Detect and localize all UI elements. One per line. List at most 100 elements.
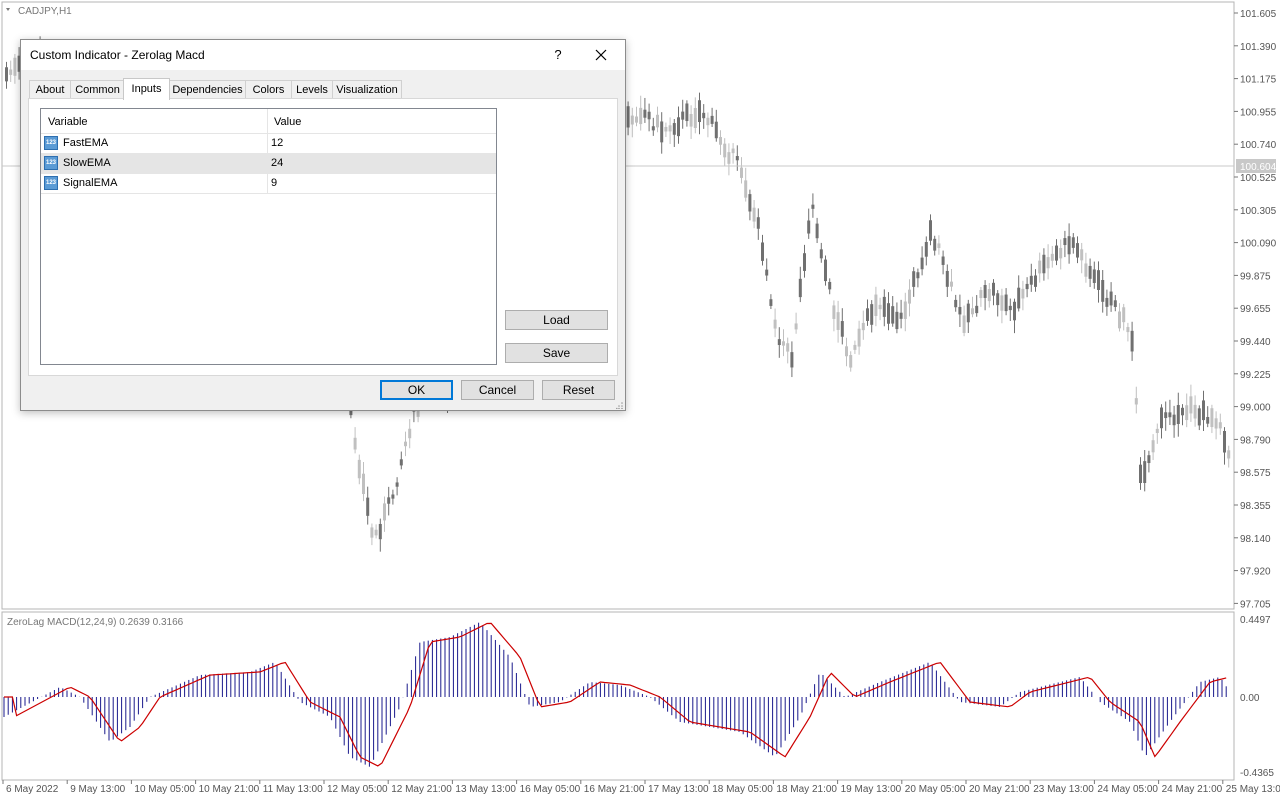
candle-body <box>987 289 991 302</box>
indicator-tick-label: -0.4365 <box>1240 768 1274 779</box>
candle-body <box>744 180 748 198</box>
candle-body <box>698 100 701 123</box>
input-value[interactable]: 12 <box>271 137 283 149</box>
candle-body <box>362 473 365 495</box>
candle-body <box>773 319 777 329</box>
candle-body <box>807 220 811 234</box>
custom-indicator-dialog: Custom Indicator - Zerolag Macd ? About … <box>20 39 626 411</box>
column-value[interactable]: Value <box>274 116 301 128</box>
save-button[interactable]: Save <box>505 343 608 363</box>
candle-body <box>882 296 886 317</box>
candle-body <box>639 107 643 125</box>
dialog-titlebar[interactable]: Custom Indicator - Zerolag Macd ? <box>21 40 625 70</box>
candle-body <box>668 125 672 132</box>
candle-body <box>1101 279 1105 302</box>
candle-body <box>719 136 722 145</box>
inputs-list[interactable]: Variable Value 123 FastEMA 12 123 SlowEM… <box>40 108 497 365</box>
tab-colors[interactable]: Colors <box>245 80 292 99</box>
tab-inputs[interactable]: Inputs <box>123 78 170 100</box>
resize-grip-icon[interactable] <box>616 401 624 409</box>
candle-body <box>1059 247 1063 259</box>
candle-body <box>1181 407 1184 416</box>
candle-body <box>1206 417 1210 424</box>
candle-body <box>1122 307 1126 323</box>
load-button[interactable]: Load <box>505 310 608 330</box>
cancel-button[interactable]: Cancel <box>461 380 534 400</box>
candle-body <box>740 167 743 178</box>
candle-body <box>975 305 979 314</box>
candle-body <box>861 322 865 331</box>
tab-about[interactable]: About <box>29 80 71 99</box>
candle-body <box>1017 287 1021 309</box>
candle-body <box>13 57 17 76</box>
candle-body <box>777 339 781 346</box>
time-tick-label: 6 May 2022 <box>6 784 59 795</box>
candle-body <box>798 278 802 298</box>
candle-body <box>765 269 769 276</box>
candle-body <box>1227 450 1231 459</box>
current-price-value: 100.604 <box>1240 162 1277 173</box>
candle-body <box>979 290 983 299</box>
input-value[interactable]: 24 <box>271 157 283 169</box>
time-tick-label: 18 May 21:00 <box>776 784 837 795</box>
candle-body <box>929 220 932 241</box>
time-tick-label: 16 May 05:00 <box>520 784 581 795</box>
candle-body <box>853 344 857 350</box>
candle-body <box>664 126 668 132</box>
candle-body <box>992 282 995 296</box>
input-row-fastema[interactable]: 123 FastEMA 12 <box>41 134 496 154</box>
candle-body <box>1126 327 1130 333</box>
column-variable[interactable]: Variable <box>48 116 88 128</box>
input-row-signalema[interactable]: 123 SignalEMA 9 <box>41 174 496 194</box>
candle-body <box>404 441 407 447</box>
candle-body <box>1042 254 1046 274</box>
candle-body <box>1176 405 1180 424</box>
inputs-panel: Variable Value 123 FastEMA 12 123 SlowEM… <box>28 98 618 376</box>
tab-levels[interactable]: Levels <box>291 80 333 99</box>
ok-button[interactable]: OK <box>380 380 453 400</box>
help-button[interactable]: ? <box>545 42 571 68</box>
tab-dependencies[interactable]: Dependencies <box>169 80 246 99</box>
reset-button[interactable]: Reset <box>542 380 615 400</box>
candle-body <box>950 281 953 287</box>
time-tick-label: 12 May 21:00 <box>391 784 452 795</box>
candle-body <box>887 303 890 324</box>
candle-body <box>387 497 391 504</box>
candle-body <box>1063 238 1067 246</box>
candle-body <box>803 253 806 271</box>
time-tick-label: 23 May 13:00 <box>1033 784 1094 795</box>
input-value[interactable]: 9 <box>271 177 277 189</box>
tab-common[interactable]: Common <box>70 80 125 99</box>
candle-body <box>677 117 680 137</box>
candle-body <box>899 312 903 319</box>
candle-body <box>945 270 949 287</box>
candle-body <box>794 323 798 330</box>
candle-body <box>1105 297 1109 307</box>
candle-body <box>731 148 735 154</box>
candle-body <box>1118 311 1121 329</box>
close-button[interactable] <box>586 42 616 68</box>
candle-body <box>815 223 819 239</box>
candle-body <box>920 257 924 270</box>
tab-visualization[interactable]: Visualization <box>332 80 402 99</box>
candle-body <box>878 304 882 310</box>
candle-body <box>1084 263 1088 277</box>
candle-body <box>651 126 655 131</box>
input-row-slowema[interactable]: 123 SlowEMA 24 <box>41 154 496 174</box>
indicator-label: ZeroLag MACD(12,24,9) 0.2639 0.3166 <box>7 617 184 628</box>
candle-body <box>1147 455 1151 464</box>
candle-body <box>1134 398 1138 405</box>
candle-body <box>1197 408 1201 426</box>
candle-body <box>643 109 647 118</box>
candle-body <box>1139 464 1142 484</box>
column-divider[interactable] <box>267 109 268 133</box>
price-tick-label: 101.390 <box>1240 42 1277 53</box>
candle-body <box>924 242 928 257</box>
row-divider <box>267 174 268 193</box>
time-tick-label: 20 May 05:00 <box>905 784 966 795</box>
candle-body <box>660 121 664 143</box>
number-123-icon: 123 <box>44 176 58 190</box>
candle-body <box>1223 430 1226 453</box>
candle-body <box>626 106 630 128</box>
candle-body <box>832 305 836 319</box>
